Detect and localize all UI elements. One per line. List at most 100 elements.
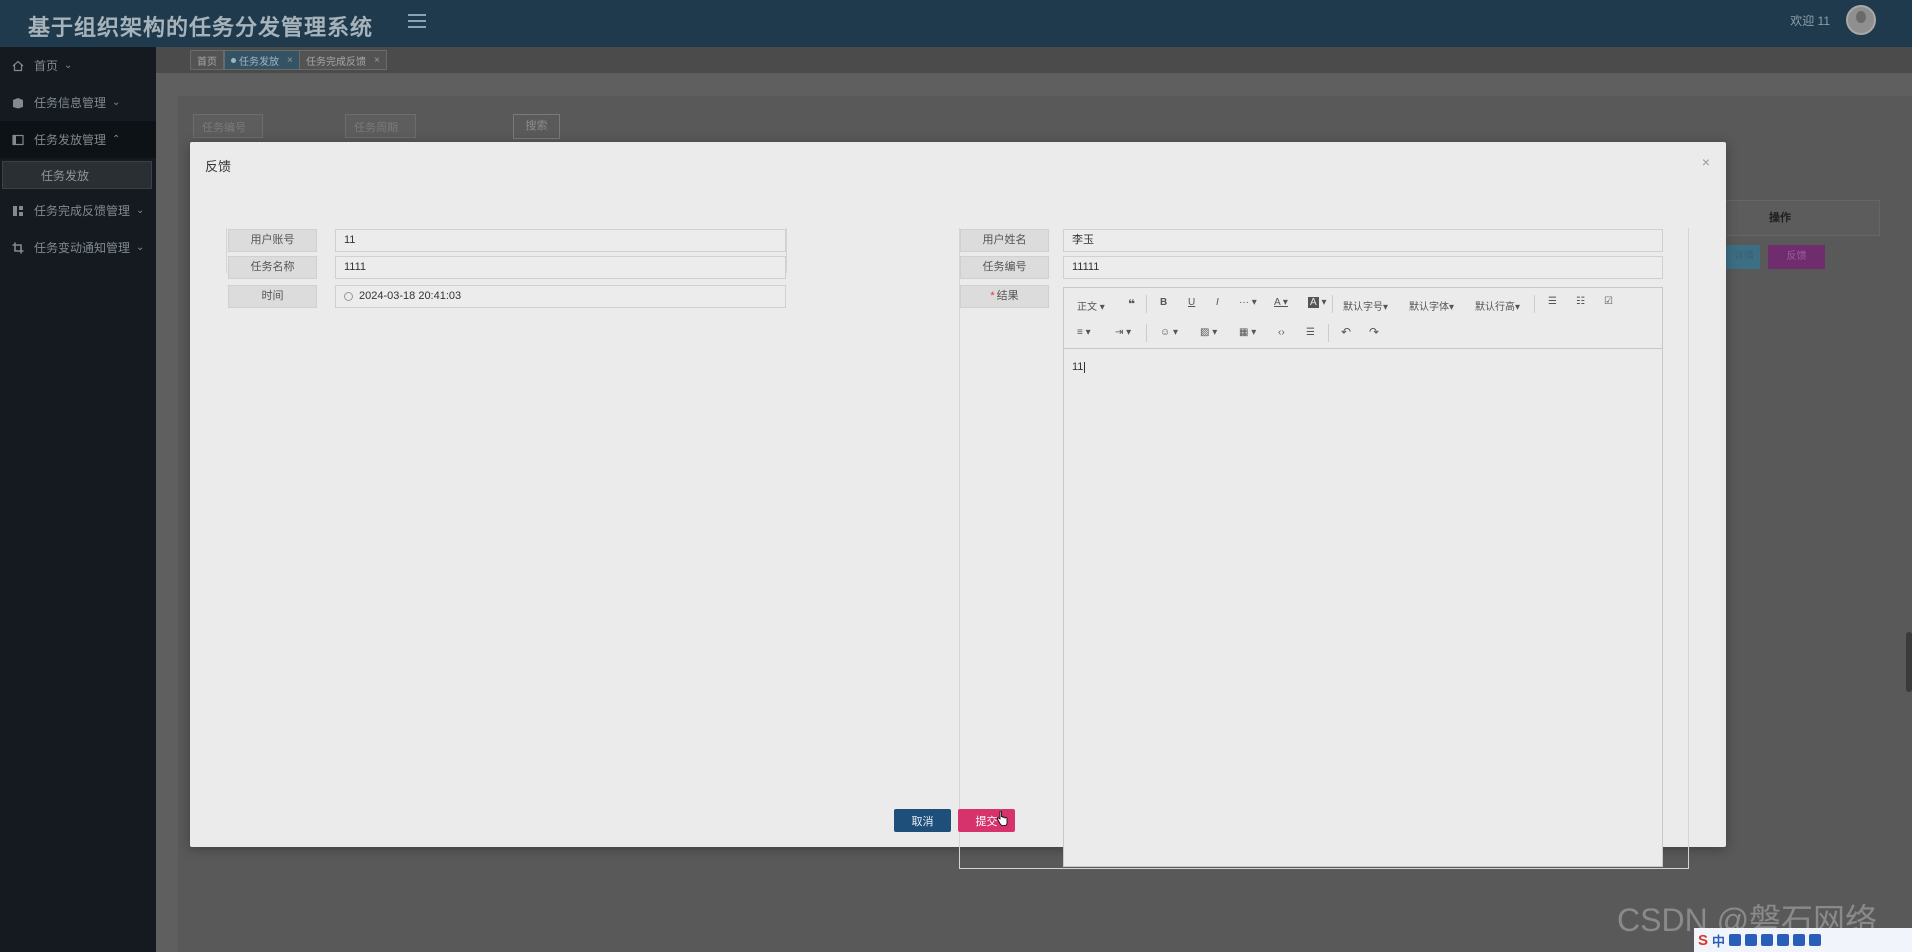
bullet-list-icon[interactable]: ☰ xyxy=(1548,296,1557,307)
divider xyxy=(1688,228,1689,868)
crop-icon xyxy=(12,242,24,254)
ime-logo-icon[interactable]: S xyxy=(1698,932,1708,949)
image-icon[interactable]: ▨ ▾ xyxy=(1200,327,1217,338)
quote-icon[interactable]: ❝ xyxy=(1128,297,1135,311)
result-label: * 结果 xyxy=(960,285,1049,308)
user-account-field[interactable]: 11 xyxy=(335,229,786,252)
search-button[interactable]: 搜索 xyxy=(513,114,560,139)
emoji-icon[interactable]: ☺ ▾ xyxy=(1160,327,1178,338)
sidebar: 首页 ⌄ 任务信息管理 ⌄ 任务发放管理 ⌃ 任务发放 任务完成反馈管理 ⌄ 任… xyxy=(0,47,156,952)
time-label: 时间 xyxy=(228,285,317,308)
divider xyxy=(1534,295,1535,313)
time-value: 2024-03-18 20:41:03 xyxy=(359,290,462,302)
sidebar-item-label: 任务完成反馈管理 xyxy=(34,204,131,218)
required-mark: * xyxy=(990,290,995,302)
table-icon[interactable]: ▦ ▾ xyxy=(1239,327,1256,338)
ime-toolbar: S 中 xyxy=(1694,928,1912,952)
active-dot-icon xyxy=(231,57,236,63)
sidebar-item-task-dispatch[interactable]: 任务发放管理 ⌃ xyxy=(0,121,156,158)
chevron-down-icon: ⌄ xyxy=(136,205,145,216)
task-no-search-input[interactable]: 任务编号 xyxy=(193,114,263,138)
code-icon[interactable]: ‹› xyxy=(1278,327,1285,338)
sidebar-item-change-notice[interactable]: 任务变动通知管理 ⌄ xyxy=(0,229,156,266)
editor-content[interactable]: 11 xyxy=(1072,361,1086,373)
close-icon[interactable]: × xyxy=(1702,154,1710,170)
divider xyxy=(959,868,1689,869)
sidebar-item-label: 任务信息管理 xyxy=(34,96,107,110)
divider-line-icon[interactable]: ☰ xyxy=(1306,327,1315,338)
divider xyxy=(1146,295,1147,313)
punctuation-icon[interactable] xyxy=(1729,934,1742,946)
cancel-button[interactable]: 取消 xyxy=(894,809,951,832)
time-field[interactable]: 2024-03-18 20:41:03 xyxy=(335,285,786,308)
chevron-up-icon: ⌃ xyxy=(112,134,121,145)
font-family-label: 默认字体 xyxy=(1409,302,1449,313)
sidebar-item-home[interactable]: 首页 ⌄ xyxy=(0,47,156,84)
toolbox-icon[interactable] xyxy=(1793,934,1806,946)
feedback-modal: 反馈 × 用户账号 11 任务名称 1111 时间 2024-03-18 20:… xyxy=(190,142,1726,869)
todo-checkbox-icon[interactable]: ☑ xyxy=(1604,296,1613,307)
text-cursor xyxy=(1084,361,1086,373)
microphone-icon[interactable] xyxy=(1745,934,1758,946)
sidebar-item-feedback[interactable]: 任务完成反馈管理 ⌄ xyxy=(0,192,156,229)
editor-toolbar: 正文 ▾ ❝ B U I ··· ▾ A ▾ A ▾ 默认字号▾ 默认字体▾ 默… xyxy=(1064,288,1662,349)
tab-label: 任务完成反馈 xyxy=(306,56,366,68)
user-name-field[interactable]: 李玉 xyxy=(1063,229,1663,252)
tab-task-dispatch[interactable]: 任务发放 × xyxy=(224,50,300,70)
apps-icon[interactable] xyxy=(1809,934,1822,946)
sidebar-item-label: 首页 xyxy=(34,59,59,73)
line-height-dropdown[interactable]: 默认行高▾ xyxy=(1475,298,1520,313)
italic-button[interactable]: I xyxy=(1216,297,1219,308)
page-scrollbar[interactable] xyxy=(1906,632,1912,692)
chevron-down-icon: ⌄ xyxy=(136,242,145,253)
home-icon xyxy=(12,60,24,72)
welcome-text: 欢迎 11 xyxy=(1790,14,1830,28)
redo-icon[interactable]: ↷ xyxy=(1369,325,1379,339)
task-no-label: 任务编号 xyxy=(960,256,1049,279)
divider xyxy=(959,228,960,868)
grid-icon xyxy=(12,205,24,217)
paragraph-label: 正文 xyxy=(1077,302,1097,313)
ime-mode[interactable]: 中 xyxy=(1712,931,1725,950)
numbered-list-icon[interactable]: ☷ xyxy=(1576,296,1585,307)
editor-text: 11 xyxy=(1072,361,1084,373)
table-header-ops: 操作 xyxy=(1720,200,1880,236)
chevron-down-icon: ⌄ xyxy=(112,97,121,108)
chevron-down-icon: ⌄ xyxy=(64,60,73,71)
font-color-icon[interactable]: A ▾ xyxy=(1274,297,1288,308)
tab-task-feedback[interactable]: 任务完成反馈 × xyxy=(299,50,387,70)
task-name-field[interactable]: 1111 xyxy=(335,256,786,279)
task-cycle-search-input[interactable]: 任务周期 xyxy=(345,114,416,138)
sidebar-item-task-info[interactable]: 任务信息管理 ⌄ xyxy=(0,84,156,121)
undo-icon[interactable]: ↶ xyxy=(1341,325,1351,339)
clock-icon xyxy=(344,292,353,301)
skin-icon[interactable] xyxy=(1777,934,1790,946)
indent-icon[interactable]: ⇥ ▾ xyxy=(1115,327,1131,338)
feedback-button[interactable]: 反馈 xyxy=(1768,245,1825,269)
close-icon[interactable]: × xyxy=(287,55,293,66)
line-height-label: 默认行高 xyxy=(1475,302,1515,313)
pointer-hand-icon xyxy=(996,811,1008,826)
menu-toggle-icon[interactable] xyxy=(408,13,426,29)
font-family-dropdown[interactable]: 默认字体▾ xyxy=(1409,298,1454,313)
close-icon[interactable]: × xyxy=(374,55,380,66)
sidebar-subitem-task-dispatch[interactable]: 任务发放 xyxy=(2,161,152,189)
user-account-label: 用户账号 xyxy=(228,229,317,252)
divider xyxy=(1332,295,1333,313)
keyboard-icon[interactable] xyxy=(1761,934,1774,946)
task-no-field[interactable]: 11111 xyxy=(1063,256,1663,279)
background-color-icon[interactable]: A ▾ xyxy=(1308,297,1326,308)
top-header: 基于组织架构的任务分发管理系统 欢迎 11 xyxy=(0,0,1912,47)
paragraph-dropdown[interactable]: 正文 ▾ xyxy=(1077,298,1105,313)
align-icon[interactable]: ≡ ▾ xyxy=(1077,327,1091,338)
avatar[interactable] xyxy=(1846,5,1876,35)
task-name-label: 任务名称 xyxy=(228,256,317,279)
tab-home[interactable]: 首页 xyxy=(190,50,224,70)
sidebar-item-label: 任务发放管理 xyxy=(34,133,107,147)
rich-text-editor: 正文 ▾ ❝ B U I ··· ▾ A ▾ A ▾ 默认字号▾ 默认字体▾ 默… xyxy=(1063,287,1663,867)
divider xyxy=(1146,324,1147,342)
underline-button[interactable]: U xyxy=(1188,297,1195,308)
bold-button[interactable]: B xyxy=(1160,297,1167,308)
more-style-icon[interactable]: ··· ▾ xyxy=(1239,297,1257,308)
font-size-dropdown[interactable]: 默认字号▾ xyxy=(1343,298,1388,313)
